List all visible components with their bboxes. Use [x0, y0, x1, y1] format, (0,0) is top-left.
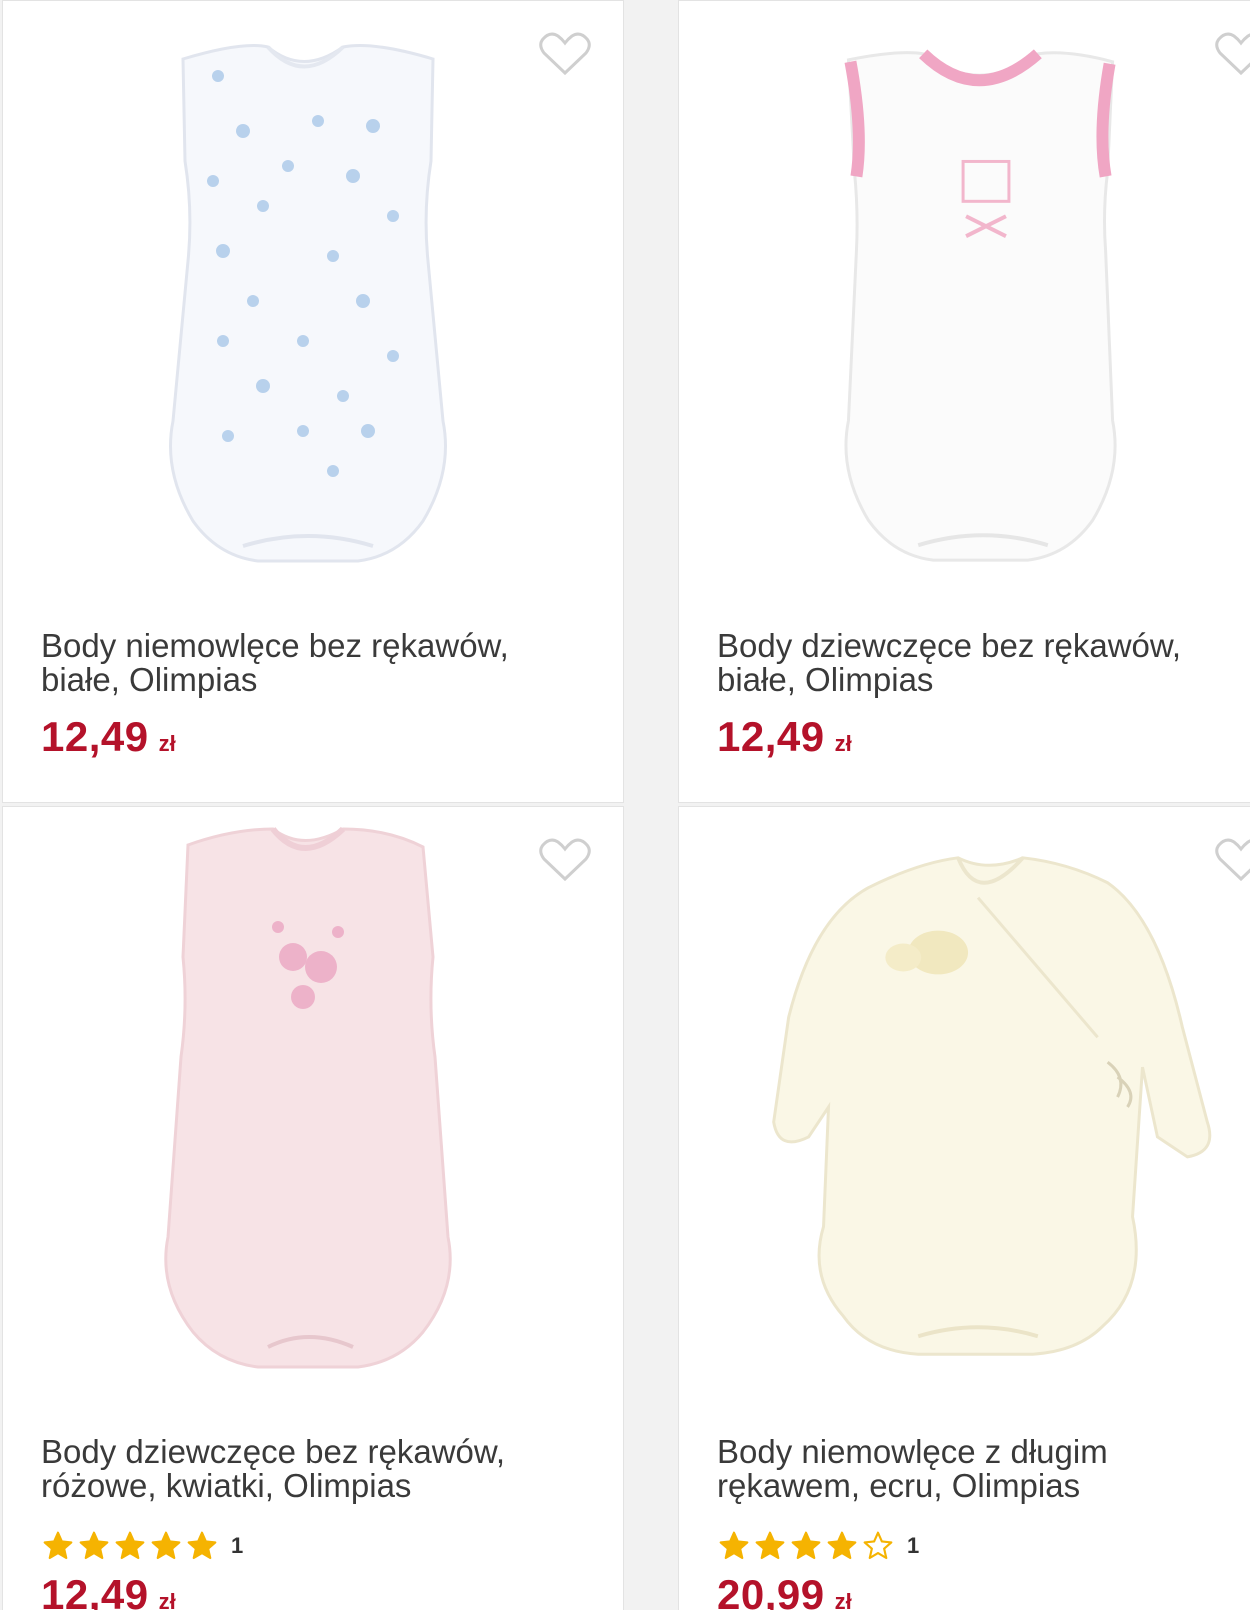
product-image[interactable] [3, 1, 623, 601]
product-price: 12,49 zł [41, 1571, 176, 1610]
price-currency: zł [834, 731, 852, 756]
product-price: 12,49 zł [41, 713, 176, 761]
star-icon [77, 1530, 111, 1562]
price-amount: 12,49 [717, 713, 825, 760]
star-icon [825, 1530, 859, 1562]
price-currency: zł [834, 1589, 852, 1610]
bodysuit-white-print-image [169, 44, 447, 563]
product-image[interactable] [679, 807, 1250, 1407]
star-icon [149, 1530, 183, 1562]
product-title[interactable]: Body dziewczęce bez rękawów, białe, Olim… [717, 629, 1250, 697]
product-card[interactable]: Body niemowlęce bez rękawów, białe, Olim… [2, 0, 624, 803]
star-icon [717, 1530, 751, 1562]
price-currency: zł [158, 1589, 176, 1610]
product-card[interactable]: Body dziewczęce bez rękawów, różowe, kwi… [2, 806, 624, 1610]
favorite-heart-icon[interactable] [538, 31, 592, 77]
product-title[interactable]: Body dziewczęce bez rękawów, różowe, kwi… [41, 1435, 581, 1503]
rating-count: 1 [907, 1533, 920, 1558]
bodysuit-ecru-long-sleeve-image [772, 856, 1212, 1356]
price-amount: 12,49 [41, 713, 149, 760]
bodysuit-pink-image [164, 826, 452, 1369]
product-title[interactable]: Body niemowlęce z długim rękawem, ecru, … [717, 1435, 1250, 1503]
star-icon [113, 1530, 147, 1562]
price-amount: 20,99 [717, 1571, 825, 1610]
product-price: 20,99 zł [717, 1571, 852, 1610]
star-icon [789, 1530, 823, 1562]
favorite-heart-icon[interactable] [1214, 837, 1250, 883]
product-card[interactable]: Body dziewczęce bez rękawów, białe, Olim… [678, 0, 1250, 803]
star-icon [861, 1530, 895, 1562]
product-grid: Body niemowlęce bez rękawów, białe, Olim… [0, 0, 1250, 1610]
price-amount: 12,49 [41, 1571, 149, 1610]
product-price: 12,49 zł [717, 713, 852, 761]
star-icon [41, 1530, 75, 1562]
price-currency: zł [158, 731, 176, 756]
product-card[interactable]: Body niemowlęce z długim rękawem, ecru, … [678, 806, 1250, 1610]
rating-stars: 1 [41, 1529, 243, 1563]
favorite-heart-icon[interactable] [538, 837, 592, 883]
rating-count: 1 [231, 1533, 244, 1558]
product-image[interactable] [679, 1, 1250, 601]
product-image[interactable] [3, 807, 623, 1407]
bodysuit-white-pink-trim-image [844, 49, 1117, 562]
star-icon [753, 1530, 787, 1562]
favorite-heart-icon[interactable] [1214, 31, 1250, 77]
star-icon [185, 1530, 219, 1562]
product-title[interactable]: Body niemowlęce bez rękawów, białe, Olim… [41, 629, 581, 697]
rating-stars: 1 [717, 1529, 919, 1563]
